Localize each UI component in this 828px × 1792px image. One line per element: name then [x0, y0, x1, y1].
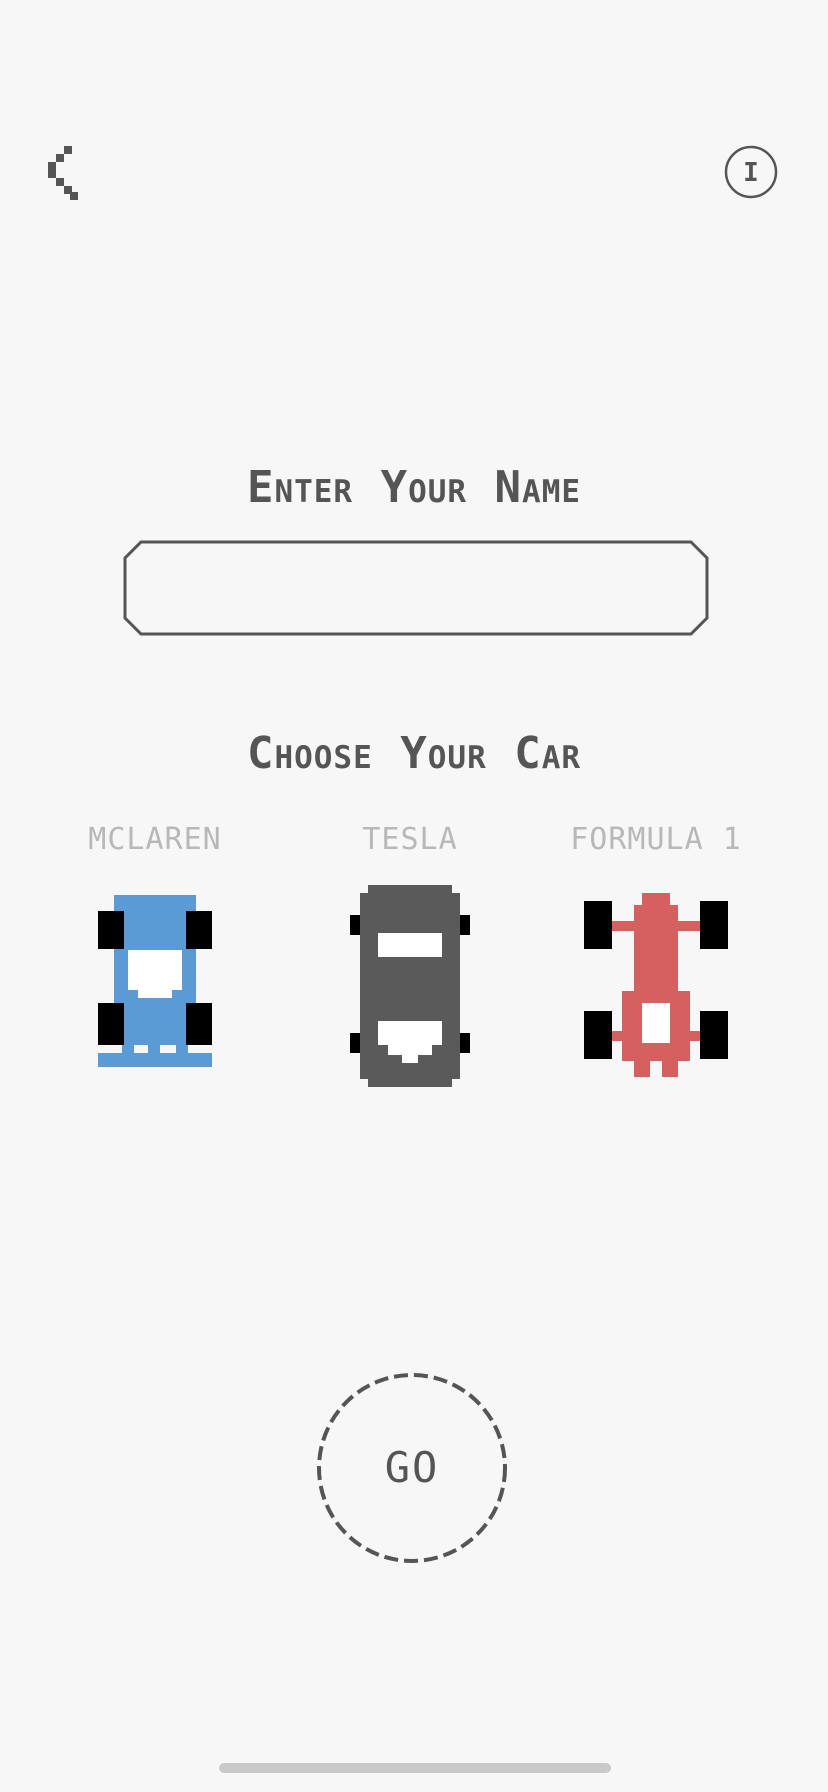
tesla-car-icon — [350, 885, 470, 1087]
car-label-formula-1: FORMULA 1 — [570, 822, 742, 857]
info-button[interactable]: I — [724, 145, 778, 199]
formula-1-car-icon — [584, 893, 728, 1077]
go-button[interactable]: GO — [314, 1370, 510, 1566]
info-icon: I — [724, 145, 778, 199]
name-heading: Enter Your Name — [246, 462, 582, 513]
car-label-tesla: TESLA — [362, 822, 458, 857]
go-label: GO — [384, 1443, 440, 1492]
car-option-mclaren[interactable]: MCLAREN — [35, 815, 275, 1085]
name-field-frame — [123, 540, 709, 636]
car-heading: Choose Your Car — [246, 728, 582, 779]
chevron-left-icon — [48, 146, 78, 200]
car-label-mclaren: MCLAREN — [88, 822, 222, 857]
car-option-formula-1[interactable]: FORMULA 1 — [536, 815, 776, 1095]
info-glyph: I — [743, 158, 759, 188]
home-indicator — [219, 1763, 611, 1773]
car-option-tesla[interactable]: TESLA — [290, 815, 530, 1095]
name-input[interactable] — [143, 554, 693, 622]
back-button[interactable] — [40, 140, 88, 204]
mclaren-car-icon — [98, 895, 212, 1067]
